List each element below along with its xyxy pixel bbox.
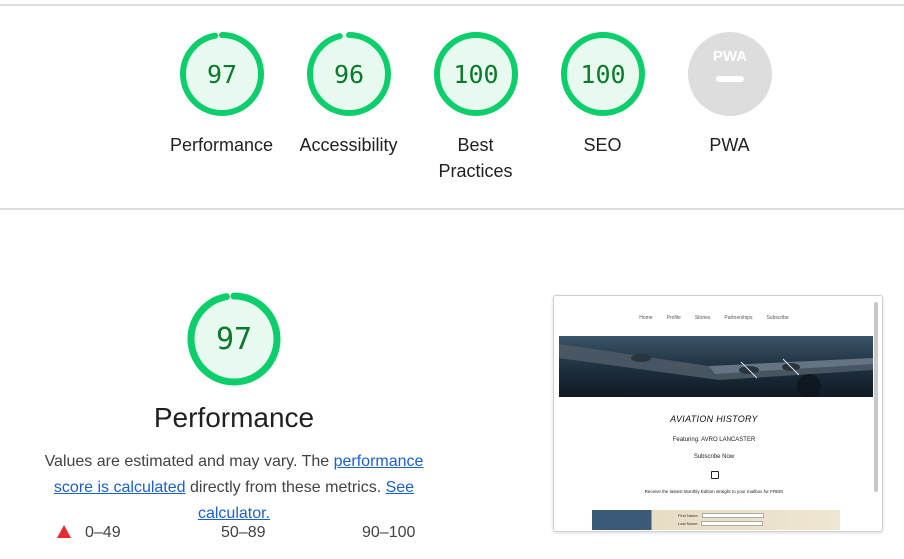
thumbnail-last-name-label: Last Name: (678, 521, 699, 526)
seo-label: SEO (583, 135, 622, 155)
gauge-accessibility[interactable]: 96 Accessibility (285, 30, 412, 158)
legend-average: 50–89 (221, 524, 266, 542)
legend-fail: 0–49 (57, 524, 121, 542)
thumbnail-nav-item: Profile (666, 315, 681, 321)
seo-score-ring: 100 (560, 32, 645, 116)
fail-triangle-icon (57, 525, 71, 538)
performance-score: 97 (206, 60, 236, 89)
performance-detail-ring: 97 (187, 292, 281, 386)
pwa-badge-text: PWA (712, 48, 746, 65)
thumbnail-nav-item: Stories (694, 315, 711, 321)
best-practices-label-line1: Best (457, 135, 494, 155)
legend-pass-range: 90–100 (362, 524, 416, 541)
legend-pass: 90–100 (362, 524, 415, 542)
best-practices-label-line2: Practices (438, 161, 513, 181)
envelope-icon (711, 471, 719, 479)
performance-title: Performance (153, 402, 315, 433)
thumbnail-nav-item: Subscribe (766, 315, 789, 321)
gauge-best-practices[interactable]: 100 Best Practices (412, 30, 539, 184)
gauge-performance[interactable]: 97 Performance (158, 30, 285, 158)
best-practices-score: 100 (453, 60, 498, 89)
thumbnail-featuring: Featuring: AVRO LANCASTER (672, 437, 756, 443)
gauge-pwa[interactable]: PWA PWA (666, 30, 793, 158)
aircraft-wing-image (559, 344, 873, 397)
performance-detail-score: 97 (216, 322, 252, 357)
thumbnail-receive-text: Receive the lastest Monthly Edition stra… (644, 489, 784, 494)
thumbnail-nav-item: Home (639, 315, 653, 321)
accessibility-label: Accessibility (299, 135, 398, 155)
accessibility-score: 96 (333, 60, 363, 89)
performance-detail-gauge: 97 (185, 290, 283, 393)
pwa-badge-icon: PWA (687, 32, 772, 116)
performance-score-ring: 97 (179, 32, 264, 116)
best-practices-score-ring: 100 (433, 32, 518, 116)
seo-score: 100 (580, 60, 625, 89)
performance-description: Values are estimated and may vary. The p… (24, 449, 444, 527)
thumbnail-subscribe: Subscribe Now (693, 454, 735, 460)
best-practices-label: Best Practices (412, 132, 539, 184)
pwa-label: PWA (709, 135, 750, 155)
description-middle: directly from these metrics. (185, 479, 386, 496)
description-prefix: Values are estimated and may vary. The (44, 453, 334, 470)
gauge-seo[interactable]: 100 SEO (539, 30, 666, 158)
thumbnail-signup-form: First Name: Last Name: (592, 510, 840, 530)
thumbnail-site-title: AVIATION HISTORY (670, 414, 758, 424)
category-gauges: 97 Performance 96 Accessibility 100 Best… (0, 30, 904, 200)
top-divider (0, 4, 904, 6)
section-divider (0, 208, 904, 210)
performance-label: Performance (169, 135, 274, 155)
thumbnail-nav-item: Partnerships (724, 315, 753, 321)
lighthouse-report: 97 Performance 96 Accessibility 100 Best… (0, 0, 904, 559)
thumbnail-first-name-label: First Name: (678, 513, 699, 518)
accessibility-score-ring: 96 (306, 32, 391, 116)
thumbnail-hero-image (559, 336, 873, 397)
thumbnail-scrollbar[interactable] (874, 302, 878, 492)
legend-fail-range: 0–49 (85, 524, 121, 541)
thumbnail-last-name-row: Last Name: (678, 521, 764, 526)
final-screenshot-thumbnail[interactable]: Home Profile Stories Partnerships Subscr… (553, 295, 883, 532)
thumbnail-nav: Home Profile Stories Partnerships Subscr… (554, 315, 874, 321)
thumbnail-first-name-row: First Name: (678, 513, 764, 518)
legend-average-range: 50–89 (221, 524, 266, 541)
